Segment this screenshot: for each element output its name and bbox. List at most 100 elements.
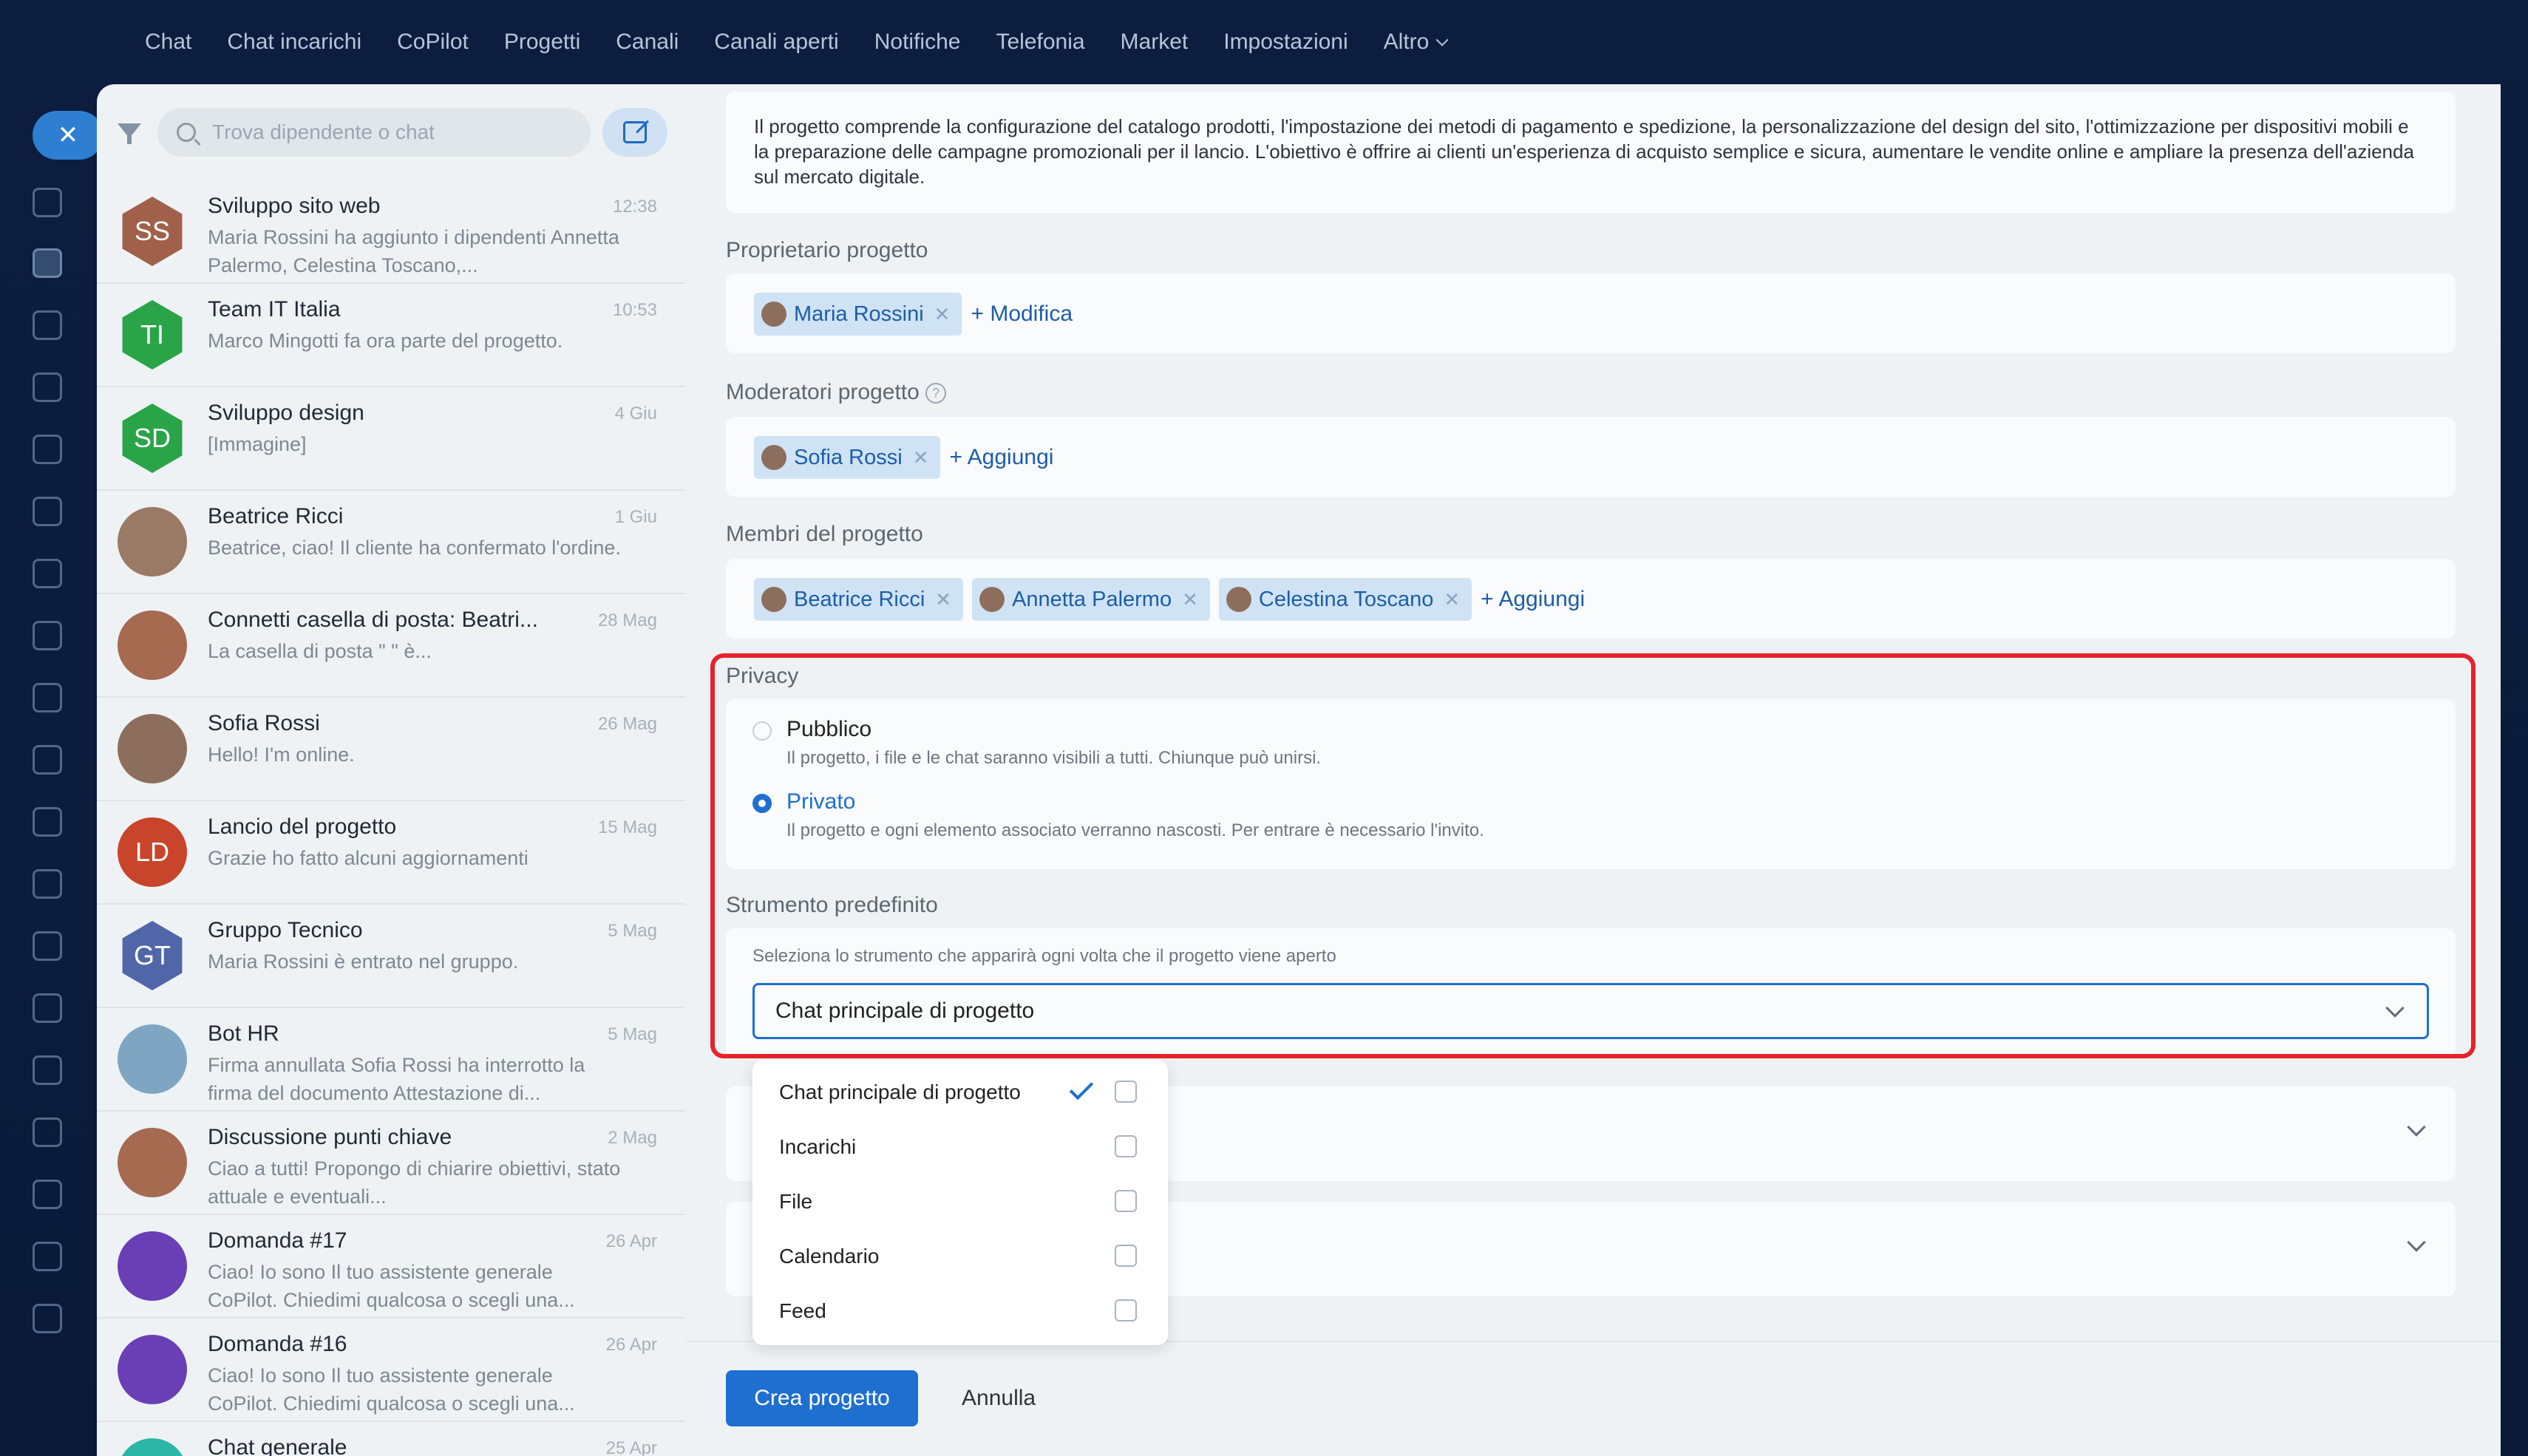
- avatar: [118, 1024, 187, 1094]
- dropdown-option-chat[interactable]: Chat principale di progetto: [779, 1081, 1021, 1104]
- board-icon[interactable]: [33, 621, 62, 650]
- chat-name: Gruppo Tecnico: [208, 918, 363, 942]
- copilot-icon[interactable]: [33, 310, 62, 340]
- avatar: [118, 714, 187, 783]
- tasks-icon[interactable]: [33, 248, 62, 278]
- card-icon[interactable]: [33, 683, 62, 712]
- search-placeholder: Trova dipendente o chat: [212, 120, 435, 143]
- library-icon[interactable]: [33, 1055, 62, 1085]
- chat-list: SS Sviluppo sito web 12:38 Maria Rossini ha…: [97, 180, 685, 1456]
- add-member-link[interactable]: + Aggiungi: [1481, 587, 1585, 612]
- workflow-icon[interactable]: [33, 1117, 62, 1147]
- remove-icon[interactable]: ✕: [1444, 588, 1460, 611]
- chat-time: 5 Mag: [608, 921, 657, 941]
- chat-list-item[interactable]: TI Team IT Italia 10:53 Marco Mingotti fa o…: [97, 284, 685, 387]
- modify-owner-link[interactable]: + Modifica: [971, 302, 1073, 327]
- report-icon[interactable]: [33, 1242, 62, 1271]
- chat-list-item[interactable]: Domanda #16 26 Apr Ciao! Io sono Il tuo as…: [97, 1319, 685, 1422]
- message-icon[interactable]: [33, 993, 62, 1023]
- avatar: SS: [122, 197, 183, 266]
- add-moderator-link[interactable]: + Aggiungi: [949, 445, 1053, 470]
- file-icon[interactable]: [33, 559, 62, 588]
- feed-icon: [1115, 1299, 1137, 1321]
- chat-name: Discussione punti chiave: [208, 1125, 452, 1149]
- chat-preview: Ciao! Io sono Il tuo assistente generale…: [208, 1261, 575, 1311]
- create-project-button[interactable]: Crea progetto: [726, 1370, 918, 1426]
- chat-name: Bot HR: [208, 1021, 279, 1046]
- chevron-down-icon: [1435, 33, 1449, 47]
- avatar: [118, 610, 187, 680]
- remove-icon[interactable]: ✕: [913, 446, 929, 469]
- chat-preview: Beatrice, ciao! Il cliente ha confermato…: [208, 537, 621, 559]
- top-navigation: Chat Chat incarichi CoPilot Progetti Can…: [0, 0, 2528, 84]
- remove-icon[interactable]: ✕: [934, 303, 951, 326]
- nav-notifiche[interactable]: Notifiche: [874, 30, 961, 55]
- project-description[interactable]: Il progetto comprende la configurazione …: [726, 92, 2456, 211]
- member-chip[interactable]: Annetta Palermo ✕: [972, 578, 1210, 621]
- chat-time: 26 Mag: [597, 714, 657, 734]
- chat-preview: [Immagine]: [208, 433, 307, 455]
- avatar: [118, 1231, 187, 1301]
- filter-icon[interactable]: [115, 118, 144, 147]
- chat-list-item[interactable]: Domanda #17 26 Apr Ciao! Io sono Il tuo as…: [97, 1215, 685, 1319]
- chat-time: 26 Apr: [605, 1335, 657, 1355]
- search-input[interactable]: Trova dipendente o chat: [157, 108, 591, 157]
- nav-chat[interactable]: Chat: [145, 30, 191, 55]
- tool-dropdown-menu: Chat principale di progetto Incarichi Fi…: [752, 1060, 1168, 1345]
- document-icon[interactable]: [33, 435, 62, 464]
- chat-time: 5 Mag: [608, 1024, 657, 1044]
- help-icon[interactable]: ?: [925, 383, 947, 404]
- projects-icon[interactable]: [33, 372, 62, 402]
- chat-list-item[interactable]: Chat generale 25 Apr: [97, 1422, 685, 1456]
- close-button[interactable]: ✕: [33, 111, 103, 160]
- cart-icon[interactable]: [33, 869, 62, 899]
- remove-icon[interactable]: ✕: [935, 588, 951, 611]
- chat-preview: La casella di posta " " è...: [208, 640, 432, 662]
- chat-list-item[interactable]: Sofia Rossi 26 Mag Hello! I'm online.: [97, 698, 685, 801]
- chat-name: Sviluppo design: [208, 401, 364, 425]
- analytics-icon[interactable]: [33, 1180, 62, 1209]
- dropdown-option-feed[interactable]: Feed: [779, 1299, 826, 1323]
- chat-icon[interactable]: [33, 188, 62, 217]
- chat-list-item[interactable]: Bot HR 5 Mag Firma annullata Sofia Rossi h…: [97, 1008, 685, 1112]
- member-chip[interactable]: Beatrice Ricci ✕: [754, 578, 964, 621]
- dropdown-option-calendario[interactable]: Calendario: [779, 1245, 879, 1268]
- chat-list-item[interactable]: Beatrice Ricci 1 Giu Beatrice, ciao! Il cl…: [97, 491, 685, 594]
- calendar-icon[interactable]: [33, 497, 62, 526]
- chat-name: Connetti casella di posta: Beatri...: [208, 608, 538, 632]
- nav-canali[interactable]: Canali: [616, 30, 679, 55]
- store-icon[interactable]: [33, 931, 62, 961]
- moderator-chip[interactable]: Sofia Rossi ✕: [754, 436, 941, 479]
- dropdown-option-incarichi[interactable]: Incarichi: [779, 1135, 856, 1159]
- chat-list-item[interactable]: SS Sviluppo sito web 12:38 Maria Rossini ha…: [97, 180, 685, 284]
- chat-list-item[interactable]: Connetti casella di posta: Beatri... 28 M…: [97, 594, 685, 698]
- owner-chip[interactable]: Maria Rossini ✕: [754, 293, 962, 336]
- member-chip[interactable]: Celestina Toscano ✕: [1218, 578, 1472, 621]
- chat-name: Sofia Rossi: [208, 711, 320, 735]
- owner-name: Maria Rossini: [794, 302, 924, 326]
- avatar: GT: [122, 921, 183, 990]
- nav-telefonia[interactable]: Telefonia: [996, 30, 1084, 55]
- avatar: [118, 507, 187, 576]
- nav-impostazioni[interactable]: Impostazioni: [1223, 30, 1348, 55]
- moderators-label: Moderatori progetto ?: [726, 380, 947, 405]
- nav-market[interactable]: Market: [1121, 30, 1189, 55]
- avatar: [761, 587, 786, 612]
- remove-icon[interactable]: ✕: [1182, 588, 1198, 611]
- nav-altro[interactable]: Altro: [1384, 30, 1449, 55]
- chat-list-item[interactable]: Discussione punti chiave 2 Mag Ciao a tutt…: [97, 1112, 685, 1215]
- chat-list-item[interactable]: GT Gruppo Tecnico 5 Mag Maria Rossini è ent…: [97, 905, 685, 1008]
- chat-list-item[interactable]: LD Lancio del progetto 15 Mag Grazie ho fat…: [97, 801, 685, 905]
- edit-icon[interactable]: [33, 1304, 62, 1333]
- cancel-button[interactable]: Annulla: [962, 1370, 1036, 1426]
- nav-progetti[interactable]: Progetti: [504, 30, 580, 55]
- mail-icon[interactable]: [33, 745, 62, 775]
- dropdown-option-file[interactable]: File: [779, 1190, 812, 1214]
- chat-time: 1 Giu: [614, 507, 657, 527]
- compose-button[interactable]: [602, 108, 667, 157]
- chat-list-item[interactable]: SD Sviluppo design 4 Giu [Immagine]: [97, 387, 685, 491]
- nav-canali-aperti[interactable]: Canali aperti: [714, 30, 838, 55]
- nav-chat-incarichi[interactable]: Chat incarichi: [227, 30, 361, 55]
- funnel-icon[interactable]: [33, 807, 62, 837]
- nav-copilot[interactable]: CoPilot: [397, 30, 469, 55]
